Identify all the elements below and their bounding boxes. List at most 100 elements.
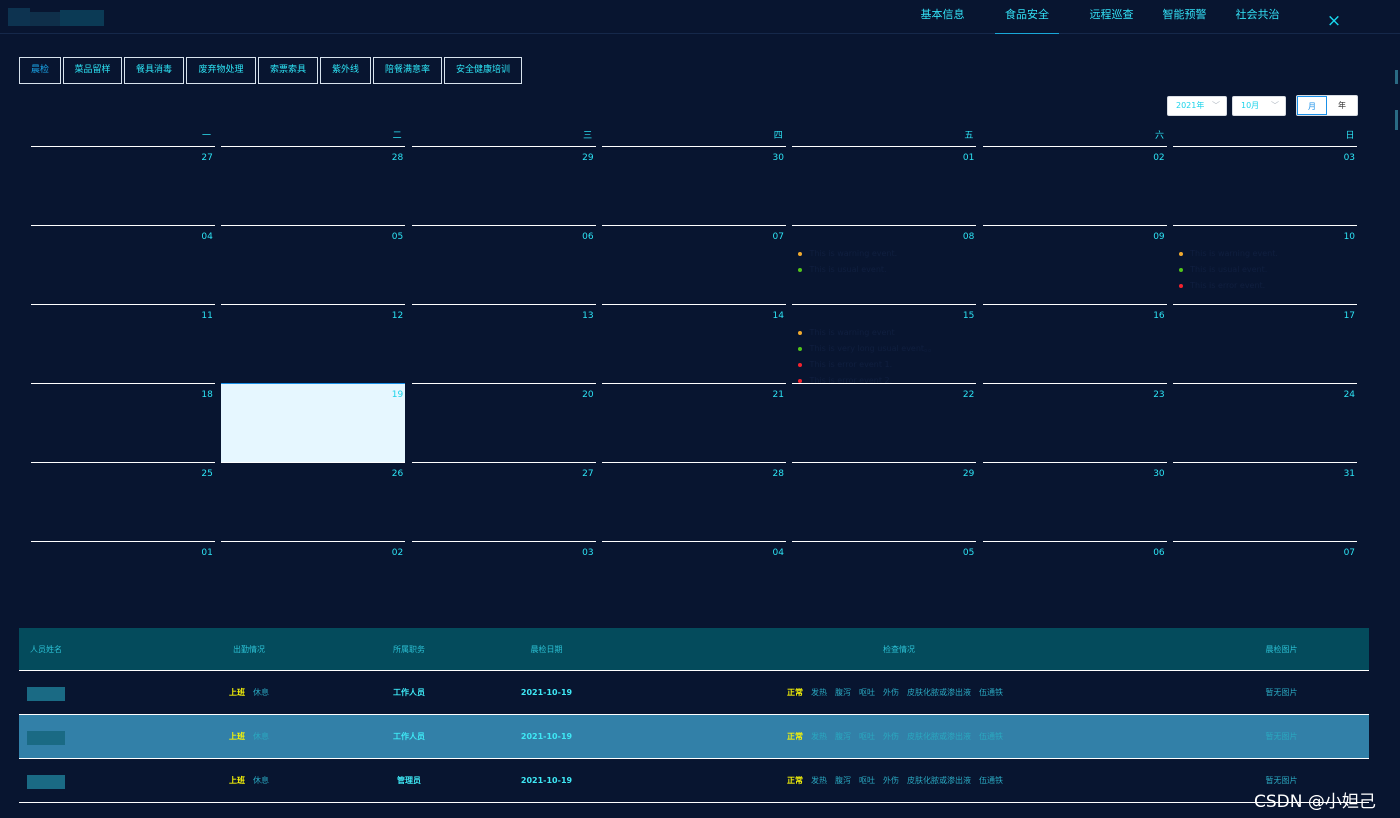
calendar-day-cell[interactable]: 05 bbox=[221, 225, 406, 304]
year-select[interactable]: 2021年 ﹀ bbox=[1167, 96, 1227, 116]
calendar-day-cell[interactable]: 15 This is warning event This is very long… bbox=[792, 304, 977, 385]
symptom-option[interactable]: 腹泻 bbox=[835, 688, 851, 697]
calendar-day-cell[interactable]: 20 bbox=[411, 383, 596, 462]
calendar-day-cell[interactable]: 16 bbox=[982, 304, 1167, 383]
calendar-day-cell[interactable]: 30 bbox=[602, 146, 786, 225]
symptom-option[interactable]: 发热 bbox=[811, 776, 827, 785]
symptom-option[interactable]: 伍通铁 bbox=[979, 688, 1003, 697]
calendar-day-cell[interactable]: 04 bbox=[602, 541, 786, 620]
tab-0[interactable]: 晨检 bbox=[19, 57, 61, 84]
attendance-on-duty[interactable]: 上班 bbox=[229, 688, 245, 697]
calendar-day-cell[interactable]: 24 bbox=[1173, 383, 1358, 462]
table-row[interactable]: 上班 休息 管理员 2021-10-19 正常 发热 腹泻 呕吐 外伤 皮肤化脓或渗出液 伍通铁 暂无… bbox=[19, 759, 1369, 803]
tab-1[interactable]: 菜品留样 bbox=[63, 57, 122, 84]
symptom-option[interactable]: 外伤 bbox=[883, 688, 899, 697]
nav-item[interactable]: 社会共治 bbox=[1221, 0, 1294, 34]
calendar-day-cell[interactable]: 12 bbox=[221, 304, 406, 383]
symptom-option[interactable]: 外伤 bbox=[883, 776, 899, 785]
symptom-option[interactable]: 伍通铁 bbox=[979, 732, 1003, 741]
calendar-day-cell[interactable]: 05 bbox=[792, 541, 977, 620]
calendar-day-cell[interactable]: 06 bbox=[411, 225, 596, 304]
tab-6[interactable]: 陪餐满意率 bbox=[373, 57, 442, 84]
calendar-day-cell[interactable]: 06 bbox=[982, 541, 1167, 620]
event-item[interactable]: This is usual event. bbox=[1179, 262, 1278, 278]
calendar-day-cell[interactable]: 21 bbox=[602, 383, 786, 462]
calendar-day-cell[interactable]: 02 bbox=[982, 146, 1167, 225]
status-normal[interactable]: 正常 bbox=[787, 688, 803, 697]
symptom-option[interactable]: 皮肤化脓或渗出液 bbox=[907, 776, 971, 785]
event-item[interactable]: This is error event. bbox=[1179, 278, 1278, 294]
symptom-option[interactable]: 皮肤化脓或渗出液 bbox=[907, 688, 971, 697]
attendance-rest[interactable]: 休息 bbox=[253, 688, 269, 697]
status-normal[interactable]: 正常 bbox=[787, 732, 803, 741]
symptom-option[interactable]: 呕吐 bbox=[859, 776, 875, 785]
calendar-day-cell[interactable]: 03 bbox=[411, 541, 596, 620]
calendar-day-cell[interactable]: 09 bbox=[982, 225, 1167, 304]
view-year-button[interactable]: 年 bbox=[1327, 96, 1357, 115]
calendar-day-cell[interactable]: 29 bbox=[411, 146, 596, 225]
calendar-day-cell[interactable]: 14 bbox=[602, 304, 786, 383]
day-number: 11 bbox=[201, 311, 213, 321]
calendar-day-cell[interactable]: 07 bbox=[602, 225, 786, 304]
symptom-option[interactable]: 腹泻 bbox=[835, 776, 851, 785]
calendar-day-cell[interactable]: 26 bbox=[221, 462, 406, 541]
status-normal[interactable]: 正常 bbox=[787, 776, 803, 785]
event-item[interactable]: This is very long usual event。。 bbox=[798, 341, 936, 357]
calendar-day-cell[interactable]: 22 bbox=[792, 383, 977, 462]
calendar: 一 二 三 四 五 六 日 27 28 29 30 01 02 03 04 05 06 07 08 This is … bbox=[31, 130, 1358, 620]
symptom-option[interactable]: 发热 bbox=[811, 688, 827, 697]
tab-7[interactable]: 安全健康培训 bbox=[444, 57, 522, 84]
event-item[interactable]: This is warning event bbox=[798, 325, 936, 341]
attendance-rest[interactable]: 休息 bbox=[253, 732, 269, 741]
event-item[interactable]: This is warning event. bbox=[1179, 246, 1278, 262]
event-item[interactable]: This is error event 1. bbox=[798, 357, 936, 373]
symptom-option[interactable]: 呕吐 bbox=[859, 688, 875, 697]
tab-2[interactable]: 餐具消毒 bbox=[124, 57, 184, 84]
calendar-day-cell[interactable]: 02 bbox=[221, 541, 406, 620]
calendar-day-cell[interactable]: 25 bbox=[31, 462, 215, 541]
attendance-on-duty[interactable]: 上班 bbox=[229, 776, 245, 785]
nav-item[interactable]: 食品安全 bbox=[995, 0, 1059, 34]
attendance-rest[interactable]: 休息 bbox=[253, 776, 269, 785]
view-month-button[interactable]: 月 bbox=[1297, 96, 1327, 115]
calendar-day-cell[interactable]: 07 bbox=[1173, 541, 1358, 620]
symptom-option[interactable]: 皮肤化脓或渗出液 bbox=[907, 732, 971, 741]
calendar-day-cell[interactable]: 10 This is warning event. This is usual ev… bbox=[1173, 225, 1358, 304]
calendar-day-cell[interactable]: 23 bbox=[982, 383, 1167, 462]
table-row[interactable]: 上班 休息 工作人员 2021-10-19 正常 发热 腹泻 呕吐 外伤 皮肤化脓或渗出液 伍通铁 暂… bbox=[19, 671, 1369, 715]
tab-4[interactable]: 索票索具 bbox=[258, 57, 318, 84]
calendar-day-cell[interactable]: 01 bbox=[31, 541, 215, 620]
calendar-day-cell[interactable]: 17 bbox=[1173, 304, 1358, 383]
nav-item[interactable]: 智能预警 bbox=[1148, 0, 1221, 34]
calendar-day-cell[interactable]: 28 bbox=[602, 462, 786, 541]
tab-3[interactable]: 废弃物处理 bbox=[186, 57, 256, 84]
tab-5[interactable]: 紫外线 bbox=[320, 57, 371, 84]
calendar-day-cell[interactable]: 18 bbox=[31, 383, 215, 462]
symptom-option[interactable]: 外伤 bbox=[883, 732, 899, 741]
calendar-day-cell[interactable]: 29 bbox=[792, 462, 977, 541]
calendar-day-cell[interactable]: 08 This is warning event. This is usual ev… bbox=[792, 225, 977, 304]
table-row[interactable]: 上班 休息 工作人员 2021-10-19 正常 发热 腹泻 呕吐 外伤 皮肤化脓或渗出液 伍通铁 暂… bbox=[19, 715, 1369, 759]
month-select[interactable]: 10月 ﹀ bbox=[1232, 96, 1286, 116]
calendar-day-cell[interactable]: 04 bbox=[31, 225, 215, 304]
symptom-option[interactable]: 发热 bbox=[811, 732, 827, 741]
close-icon[interactable]: × bbox=[1324, 10, 1344, 32]
symptom-option[interactable]: 呕吐 bbox=[859, 732, 875, 741]
event-item[interactable]: This is warning event. bbox=[798, 246, 897, 262]
calendar-day-cell[interactable]: 03 bbox=[1173, 146, 1358, 225]
calendar-day-cell[interactable]: 19 bbox=[221, 383, 406, 462]
calendar-day-cell[interactable]: 30 bbox=[982, 462, 1167, 541]
calendar-day-cell[interactable]: 27 bbox=[411, 462, 596, 541]
event-item[interactable]: This is usual event. bbox=[798, 262, 897, 278]
calendar-day-cell[interactable]: 28 bbox=[221, 146, 406, 225]
calendar-day-cell[interactable]: 11 bbox=[31, 304, 215, 383]
symptom-option[interactable]: 腹泻 bbox=[835, 732, 851, 741]
attendance-on-duty[interactable]: 上班 bbox=[229, 732, 245, 741]
calendar-day-cell[interactable]: 01 bbox=[792, 146, 977, 225]
calendar-day-cell[interactable]: 13 bbox=[411, 304, 596, 383]
calendar-day-cell[interactable]: 27 bbox=[31, 146, 215, 225]
nav-item[interactable]: 远程巡查 bbox=[1075, 0, 1148, 34]
symptom-option[interactable]: 伍通铁 bbox=[979, 776, 1003, 785]
nav-item[interactable]: 基本信息 bbox=[906, 0, 979, 34]
calendar-day-cell[interactable]: 31 bbox=[1173, 462, 1358, 541]
